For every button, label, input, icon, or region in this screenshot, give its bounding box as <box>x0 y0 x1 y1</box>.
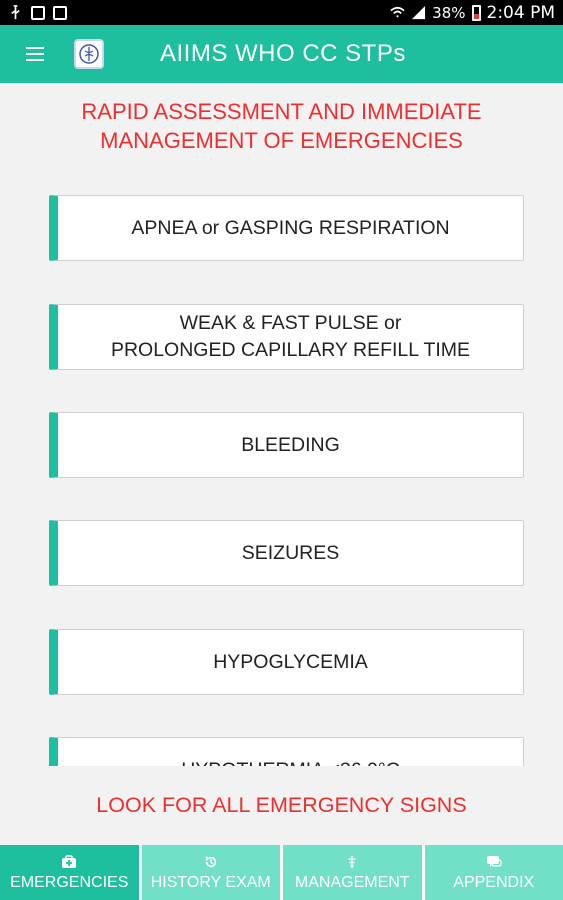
emergency-card-hypoglycemia[interactable]: HYPOGLYCEMIA <box>49 629 524 695</box>
battery-icon <box>471 4 481 21</box>
card-label: APNEA or GASPING RESPIRATION <box>131 216 450 239</box>
emergency-card-bleeding[interactable]: BLEEDING <box>49 412 524 478</box>
emblem-icon <box>79 44 99 64</box>
card-label-line-2: PROLONGED CAPILLARY REFILL TIME <box>110 339 471 361</box>
battery-percent: 38% <box>432 3 466 22</box>
heading-line-2: MANAGEMENT OF EMERGENCIES <box>100 128 463 153</box>
emergency-card-weak-pulse[interactable]: WEAK & FAST PULSE or PROLONGED CAPILLARY… <box>49 304 524 370</box>
aiims-logo <box>74 39 104 69</box>
hamburger-menu-icon[interactable] <box>26 47 44 61</box>
footer-note: LOOK FOR ALL EMERGENCY SIGNS <box>96 793 467 817</box>
tab-appendix[interactable]: APPENDIX <box>424 845 563 900</box>
tab-label: EMERGENCIES <box>10 874 129 891</box>
app-bar: AIIMS WHO CC STPs <box>0 25 563 83</box>
app-title: AIIMS WHO CC STPs <box>160 40 406 67</box>
status-bar: 38% 2:04 PM <box>0 0 563 25</box>
tab-label: MANAGEMENT <box>294 874 410 891</box>
tab-history-exam[interactable]: HISTORY EXAM <box>141 845 280 900</box>
usb-icon <box>11 5 20 20</box>
card-label-line-1: WEAK & FAST PULSE or <box>179 312 402 334</box>
emergency-card-apnea[interactable]: APNEA or GASPING RESPIRATION <box>49 195 524 261</box>
heading-line-1: RAPID ASSESSMENT AND IMMEDIATE <box>81 99 482 124</box>
status-time: 2:04 PM <box>486 2 556 23</box>
card-label: HYPOGLYCEMIA <box>213 650 368 673</box>
emergency-card-hypothermia[interactable]: HYPOTHERMIA <36.0°C <box>49 737 524 766</box>
emergency-card-seizures[interactable]: SEIZURES <box>49 520 524 586</box>
page-heading: RAPID ASSESSMENT AND IMMEDIATE MANAGEMEN… <box>0 97 563 155</box>
first-aid-kit-icon <box>62 855 77 868</box>
card-label: SEIZURES <box>241 541 340 564</box>
tab-label: APPENDIX <box>453 874 535 891</box>
image-icon <box>31 5 45 20</box>
chat-bubble-icon <box>486 856 502 867</box>
caduceus-icon <box>348 855 357 869</box>
card-label: BLEEDING <box>241 433 340 456</box>
tab-label: HISTORY EXAM <box>150 874 271 891</box>
status-left-icons <box>8 5 67 20</box>
main-content: RAPID ASSESSMENT AND IMMEDIATE MANAGEMEN… <box>0 83 563 845</box>
history-icon <box>205 856 216 868</box>
signal-icon <box>412 5 426 20</box>
wifi-icon <box>390 6 405 18</box>
file-icon <box>53 5 67 20</box>
tab-management[interactable]: MANAGEMENT <box>283 845 422 900</box>
tab-emergencies[interactable]: EMERGENCIES <box>0 845 139 900</box>
emergency-list[interactable]: APNEA or GASPING RESPIRATION WEAK & FAST… <box>0 195 563 766</box>
status-right-icons: 38% 2:04 PM <box>390 3 555 23</box>
card-label: HYPOTHERMIA <36.0°C <box>181 757 400 766</box>
bottom-navigation: EMERGENCIES HISTORY EXAM MANAGEMENT APPE… <box>0 845 563 900</box>
